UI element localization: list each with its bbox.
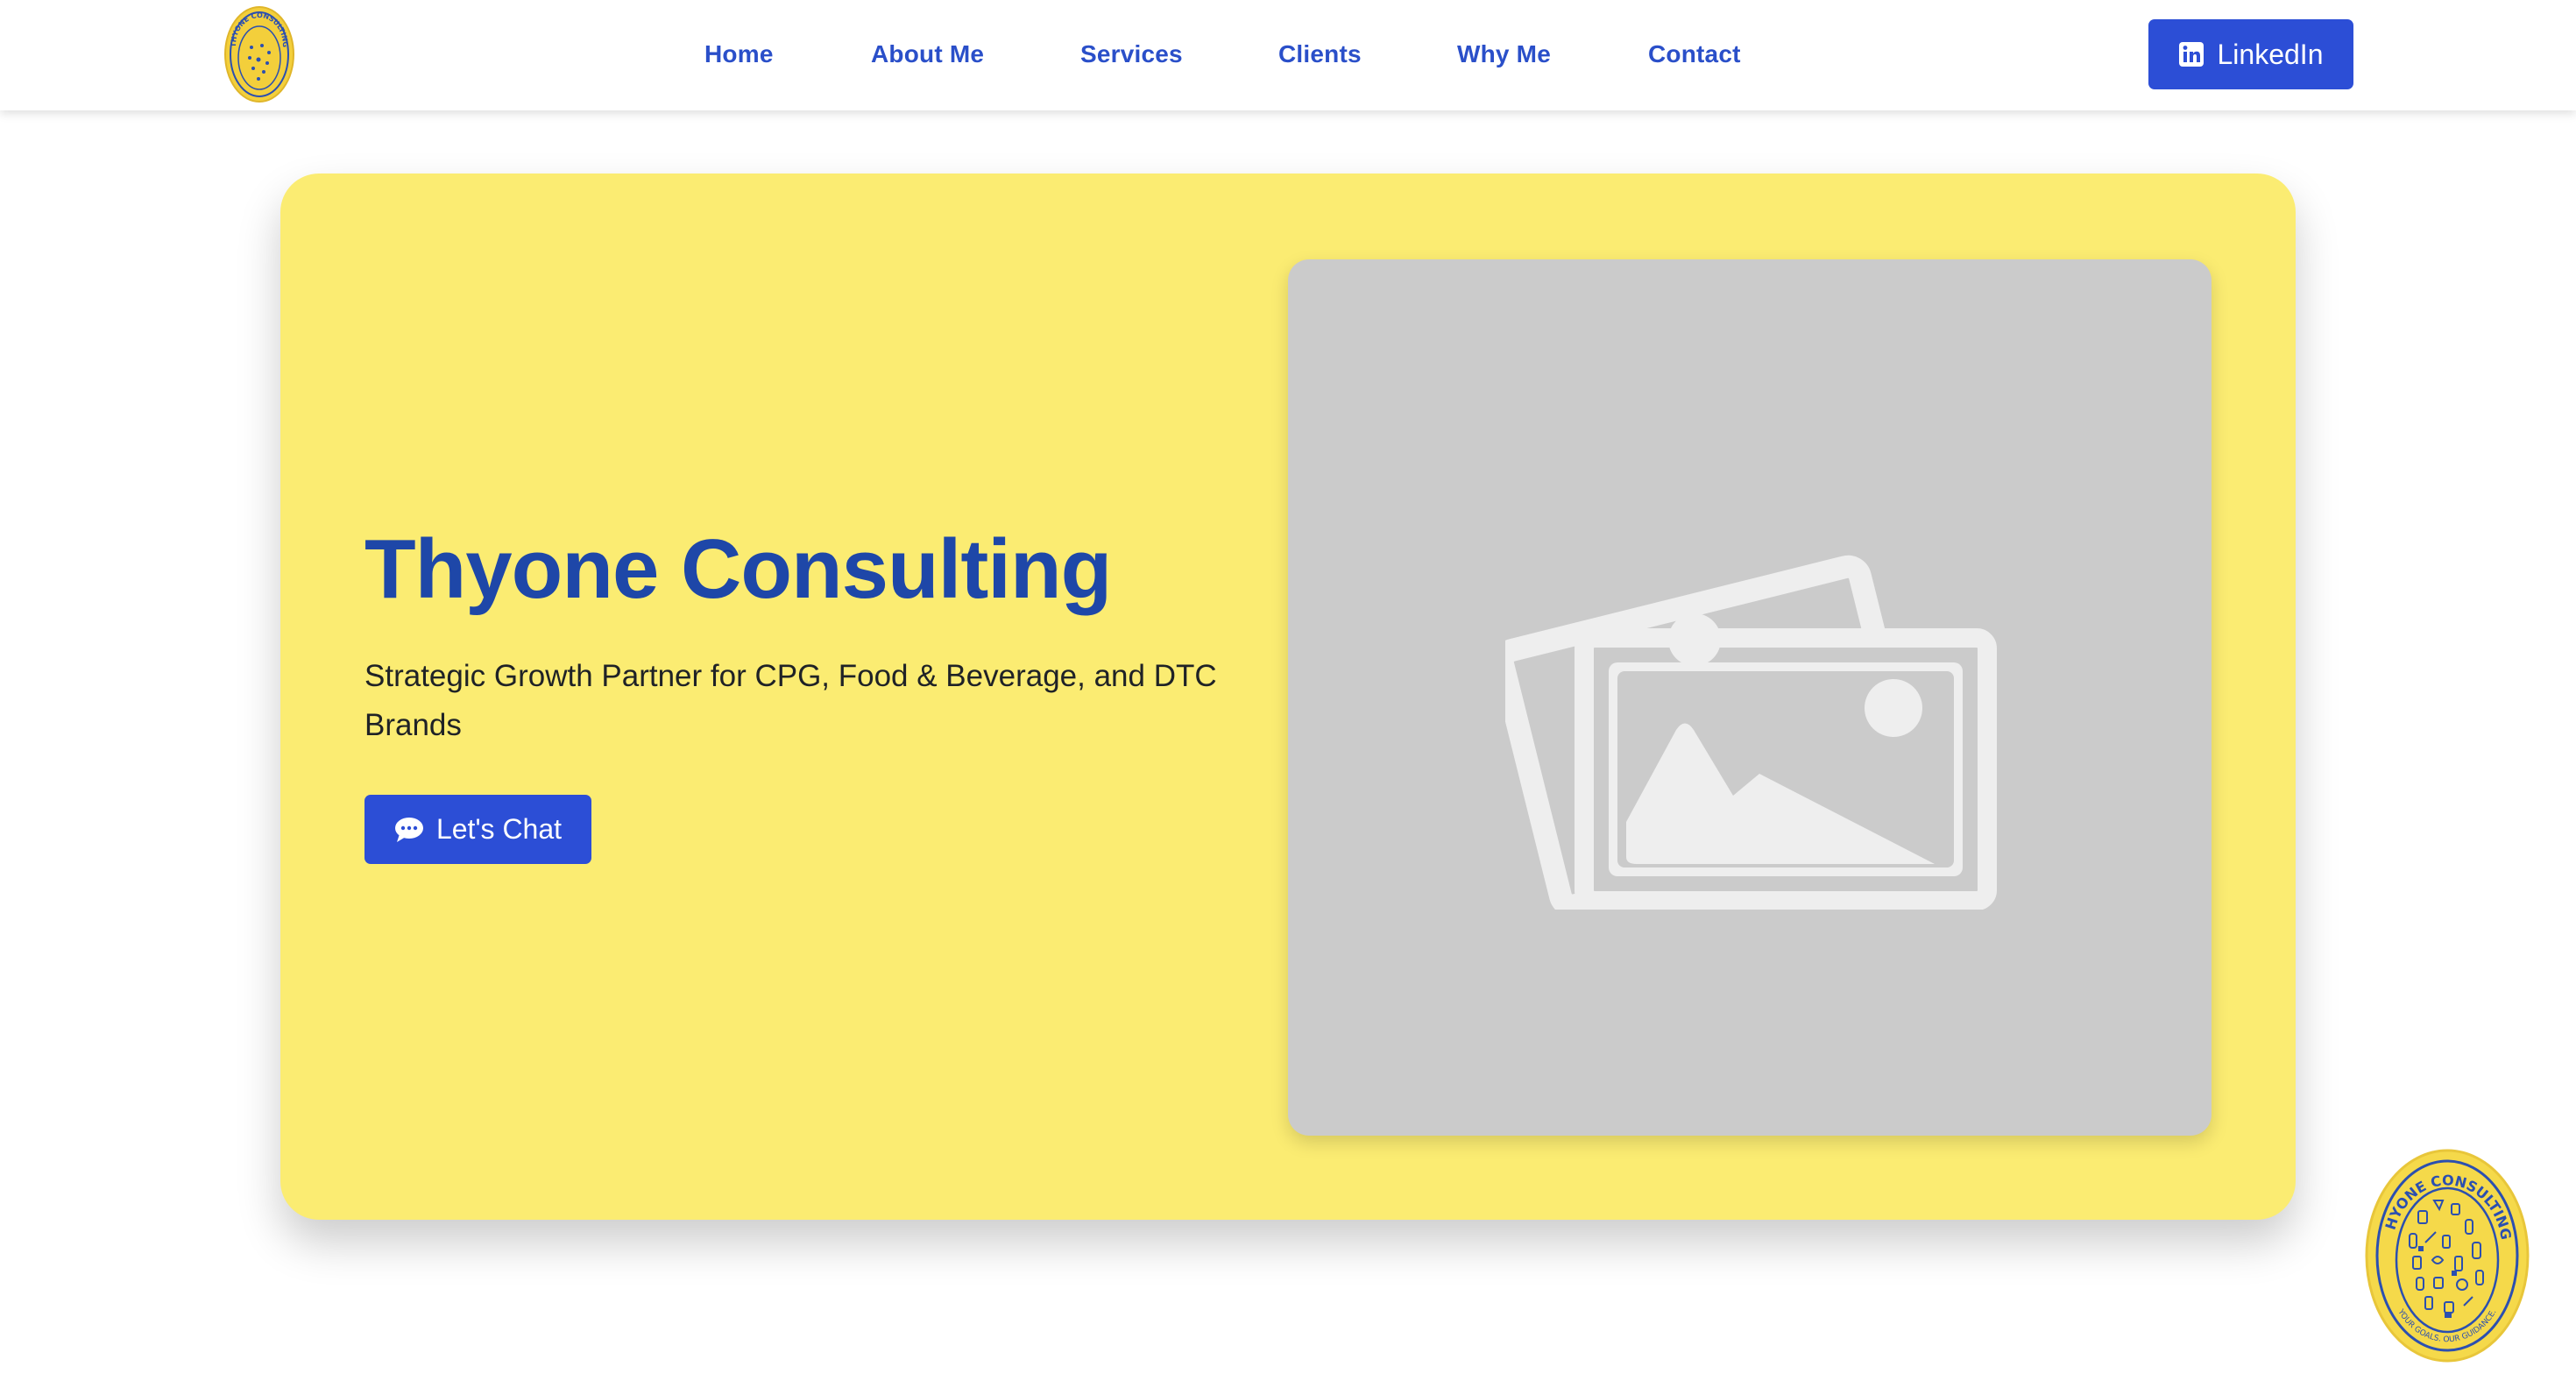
hero-title: Thyone Consulting bbox=[364, 522, 1112, 616]
hero-subtitle: Strategic Growth Partner for CPG, Food &… bbox=[364, 659, 1217, 742]
hero-image bbox=[1288, 259, 2212, 1136]
hero-card: Thyone Consulting Strategic Growth Partn… bbox=[280, 173, 2530, 1363]
lets-chat-button[interactable]: Let's Chat bbox=[364, 795, 591, 864]
image-placeholder-icon bbox=[1505, 555, 1997, 910]
thyone-badge-icon: THYONE CONSULTING YOUR GOALS. OUR GUIDAN… bbox=[2364, 1148, 2530, 1363]
nav-link-clients[interactable]: Clients bbox=[1278, 37, 1362, 72]
nav-link-about-me[interactable]: About Me bbox=[871, 37, 984, 72]
nav-link-why-me[interactable]: Why Me bbox=[1457, 37, 1551, 72]
nav-link-services[interactable]: Services bbox=[1080, 37, 1183, 72]
linkedin-button[interactable]: LinkedIn bbox=[2148, 19, 2353, 89]
nav-link-home[interactable]: Home bbox=[704, 37, 774, 72]
linkedin-label: LinkedIn bbox=[2217, 38, 2324, 70]
linkedin-icon bbox=[2178, 42, 2204, 67]
nav-link-contact[interactable]: Contact bbox=[1648, 37, 1741, 72]
lets-chat-label: Let's Chat bbox=[435, 813, 563, 845]
chat-bubble-icon bbox=[394, 817, 423, 842]
top-navbar: THYONE CONSULTING Home About Me Services… bbox=[0, 0, 2576, 110]
